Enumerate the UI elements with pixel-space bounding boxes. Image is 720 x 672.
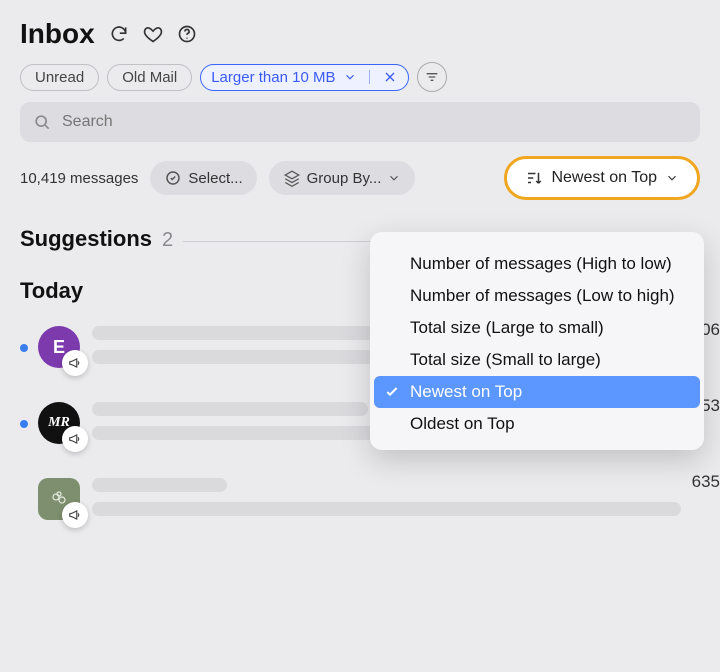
avatar-wrap: MR xyxy=(38,402,82,446)
chip-divider xyxy=(369,70,370,84)
sort-option[interactable]: Total size (Small to large) xyxy=(374,344,700,376)
unread-dot xyxy=(20,344,28,352)
unread-dot xyxy=(20,420,28,428)
section-label: Suggestions xyxy=(20,226,152,252)
select-label: Select... xyxy=(188,170,242,187)
chip-active-label: Larger than 10 MB xyxy=(211,69,335,86)
message-preview xyxy=(92,478,720,516)
sort-label: Newest on Top xyxy=(551,169,657,187)
message-badge: 635 xyxy=(692,472,720,492)
heart-icon[interactable] xyxy=(143,24,163,44)
sort-option[interactable]: Number of messages (Low to high) xyxy=(374,280,700,312)
chip-unread[interactable]: Unread xyxy=(20,64,99,91)
section-count: 2 xyxy=(162,229,173,252)
help-icon[interactable] xyxy=(177,24,197,44)
check-icon xyxy=(384,384,400,400)
sort-button[interactable]: Newest on Top xyxy=(509,161,695,195)
group-label: Group By... xyxy=(307,170,382,187)
sort-option[interactable]: Oldest on Top xyxy=(374,408,700,440)
sort-option[interactable]: Number of messages (High to low) xyxy=(374,248,700,280)
chevron-down-icon xyxy=(343,70,357,84)
sort-option-label: Newest on Top xyxy=(410,382,522,401)
select-button[interactable]: Select... xyxy=(150,161,256,195)
list-item[interactable]: 635 xyxy=(20,464,720,540)
search-input[interactable] xyxy=(62,113,688,131)
controls-row: 10,419 messages Select... Group By... Ne… xyxy=(0,156,720,214)
sort-option-selected[interactable]: Newest on Top xyxy=(374,376,700,408)
announce-badge xyxy=(62,426,88,452)
sort-dropdown: Number of messages (High to low) Number … xyxy=(370,232,704,450)
search-icon xyxy=(32,112,52,132)
sort-option[interactable]: Total size (Large to small) xyxy=(374,312,700,344)
announce-badge xyxy=(62,502,88,528)
refresh-icon[interactable] xyxy=(109,24,129,44)
avatar-wrap: E xyxy=(38,326,82,370)
page-title: Inbox xyxy=(20,18,95,50)
close-icon[interactable] xyxy=(382,69,398,85)
announce-badge xyxy=(62,350,88,376)
header: Inbox xyxy=(0,0,720,58)
avatar-wrap xyxy=(38,478,82,522)
filter-bar: Unread Old Mail Larger than 10 MB xyxy=(0,58,720,102)
chip-size-filter[interactable]: Larger than 10 MB xyxy=(200,64,409,91)
group-button[interactable]: Group By... xyxy=(269,161,416,195)
search-bar[interactable] xyxy=(20,102,700,142)
message-count: 10,419 messages xyxy=(20,170,138,187)
more-filters-button[interactable] xyxy=(417,62,447,92)
chip-oldmail[interactable]: Old Mail xyxy=(107,64,192,91)
sort-highlight: Newest on Top xyxy=(504,156,700,200)
